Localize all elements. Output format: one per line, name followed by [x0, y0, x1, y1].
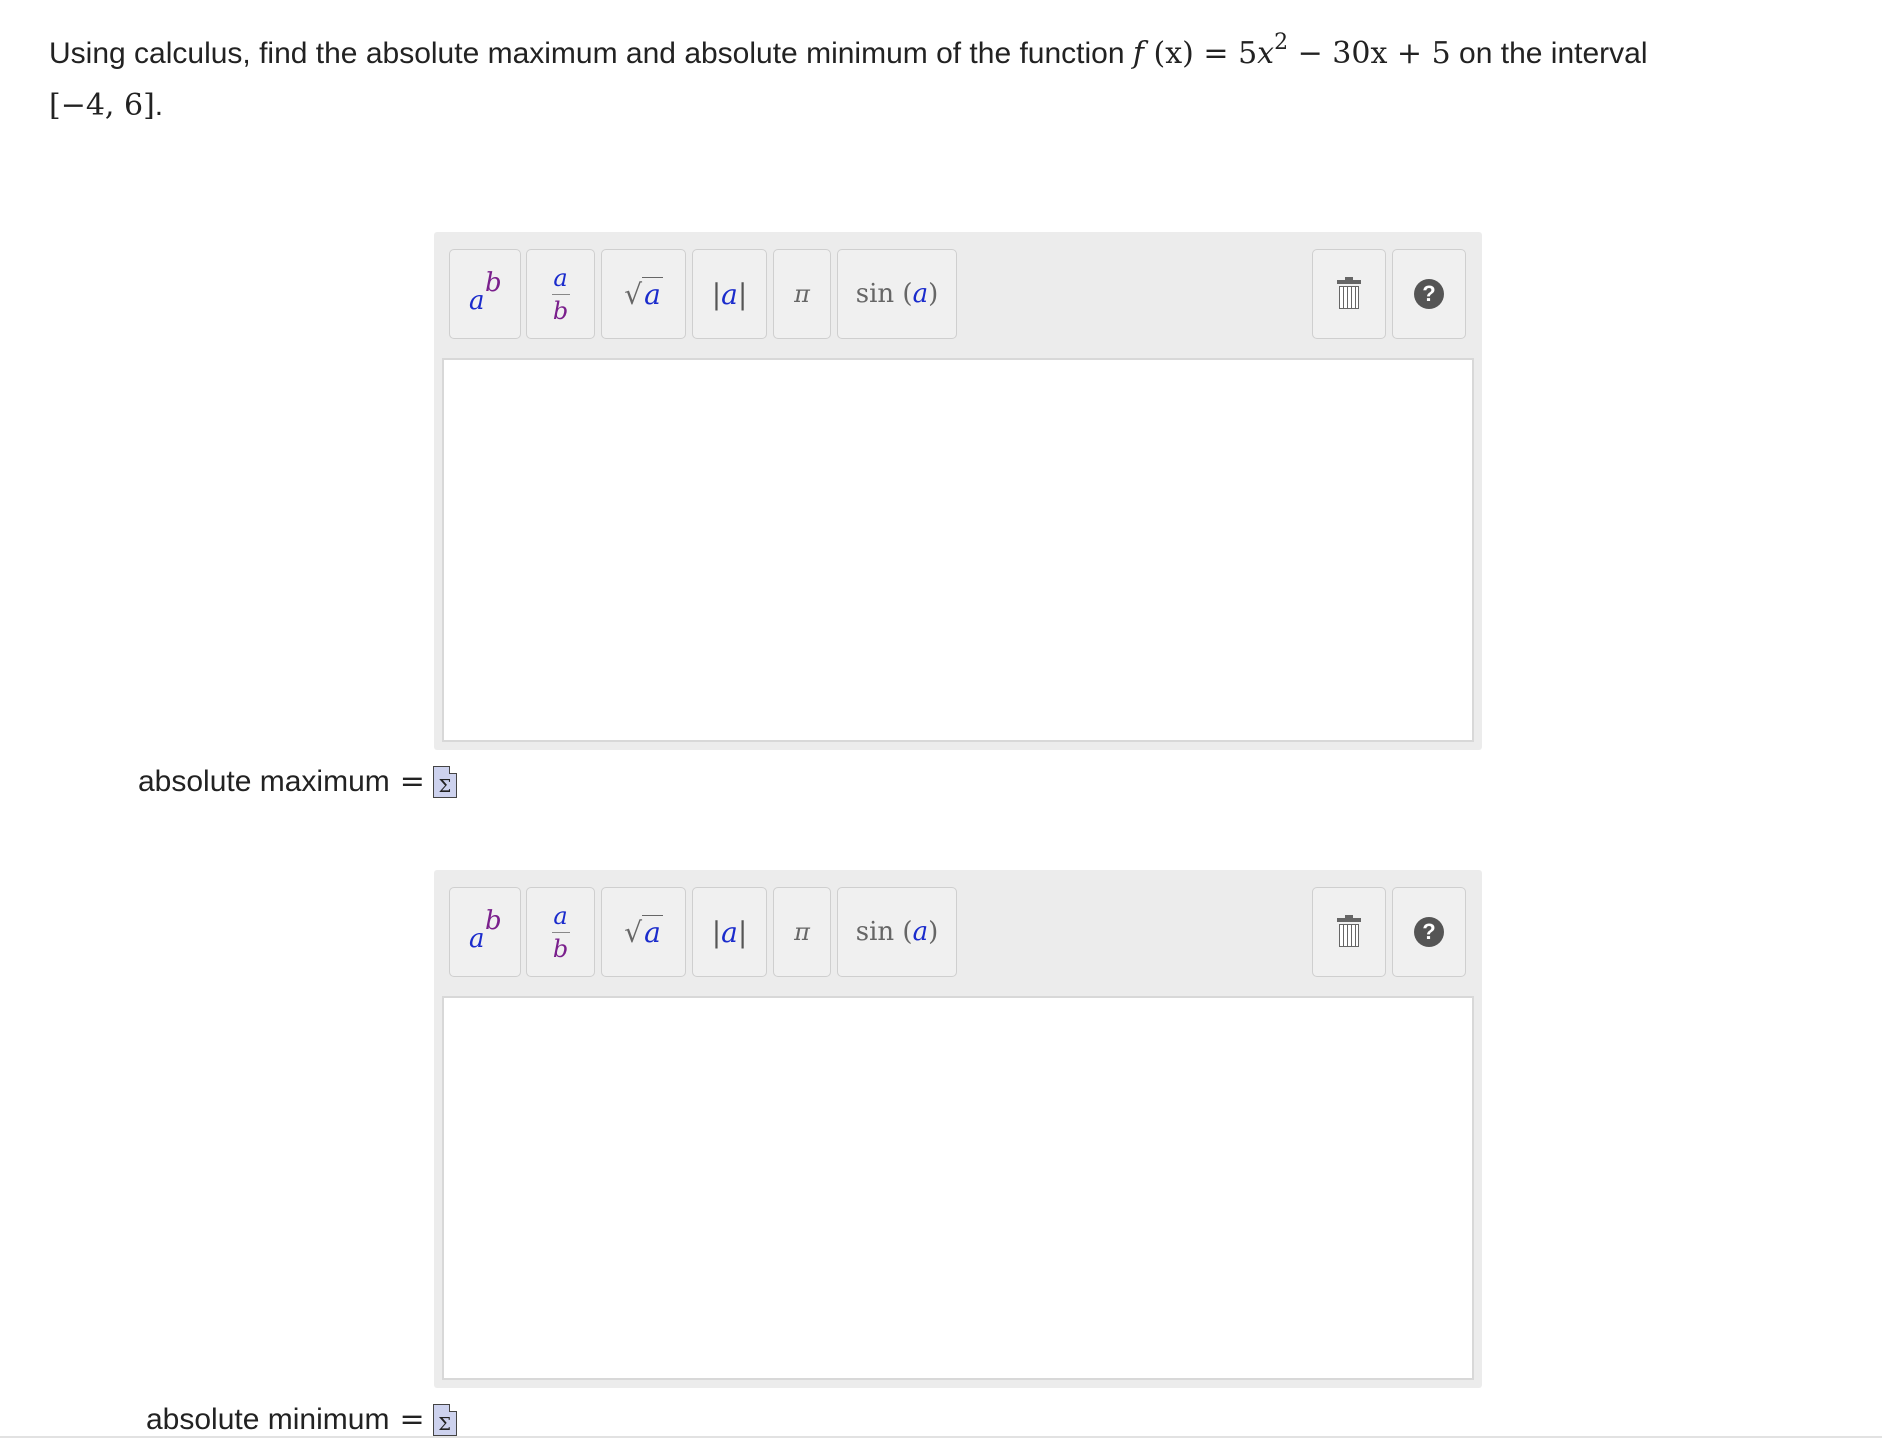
abs-left-bar: | [711, 915, 722, 949]
absolute-maximum-label: absolute maximum [138, 764, 390, 798]
abs-right-bar: | [737, 277, 748, 311]
power-icon: a b [465, 268, 505, 316]
math-editor-min: a b a b √a |a| π sin (a) ? [434, 870, 1482, 1388]
trash-icon [1337, 915, 1361, 947]
sin-button[interactable]: sin (a) [837, 887, 957, 977]
interval: [−4, 6] [49, 88, 155, 123]
fraction-denominator: b [552, 296, 569, 325]
absolute-value-icon: |a| [712, 278, 748, 311]
power-exponent: b [485, 268, 502, 298]
help-icon: ? [1414, 279, 1444, 309]
math-editor-max: a b a b √a |a| π sin (a) ? [434, 232, 1482, 750]
sin-button[interactable]: sin (a) [837, 249, 957, 339]
sqrt-button[interactable]: √a [601, 887, 686, 977]
answer-input-max[interactable] [442, 358, 1474, 742]
sqrt-symbol: √ [624, 915, 643, 949]
power-button[interactable]: a b [449, 887, 521, 977]
sqrt-icon: √a [624, 914, 663, 949]
absolute-value-button[interactable]: |a| [692, 887, 767, 977]
help-icon: ? [1414, 917, 1444, 947]
absolute-minimum-row: absolute minimum = Σ [146, 1402, 457, 1437]
fraction-bar [551, 931, 570, 933]
power-exponent: b [485, 906, 502, 936]
sqrt-argument: a [642, 914, 663, 949]
pi-button[interactable]: π [773, 887, 831, 977]
power-button[interactable]: a b [449, 249, 521, 339]
sin-argument: a [912, 279, 929, 309]
abs-right-bar: | [737, 915, 748, 949]
function-expression: f (x) = 5x2 − 30x + 5 [1132, 32, 1451, 72]
sin-argument: a [912, 917, 929, 947]
question-suffix: on the interval [1450, 37, 1648, 70]
function-exponent: 2 [1274, 30, 1289, 55]
absolute-value-button[interactable]: |a| [692, 249, 767, 339]
sin-icon: sin (a) [856, 279, 939, 309]
question-prefix: Using calculus, find the absolute maximu… [49, 37, 1133, 70]
fraction-icon: a b [551, 263, 570, 325]
sin-open-paren: ( [894, 279, 913, 309]
pi-icon: π [794, 280, 810, 308]
fraction-numerator: a [553, 901, 568, 930]
absolute-minimum-label: absolute minimum [146, 1402, 390, 1436]
fraction-icon: a b [551, 901, 570, 963]
power-base: a [469, 924, 485, 954]
fraction-numerator: a [553, 263, 568, 292]
help-button[interactable]: ? [1392, 249, 1466, 339]
equation-editor-icon[interactable]: Σ [432, 1403, 457, 1436]
fraction-bar [551, 293, 570, 295]
sin-function: sin [855, 917, 895, 947]
fraction-button[interactable]: a b [526, 887, 595, 977]
clear-button[interactable] [1312, 887, 1386, 977]
sqrt-button[interactable]: √a [601, 249, 686, 339]
question-period: . [154, 89, 164, 122]
fraction-button[interactable]: a b [526, 249, 595, 339]
fraction-denominator: b [552, 934, 569, 963]
sqrt-argument: a [642, 276, 663, 311]
sin-function: sin [855, 279, 895, 309]
equation-editor-icon[interactable]: Σ [432, 765, 457, 798]
sin-close-paren: ) [928, 917, 939, 947]
sin-open-paren: ( [894, 917, 913, 947]
equals-sign: = [399, 1402, 425, 1437]
sqrt-symbol: √ [624, 277, 643, 311]
function-variable: x [1257, 36, 1275, 71]
sin-close-paren: ) [928, 279, 939, 309]
absolute-maximum-row: absolute maximum = Σ [138, 764, 457, 799]
answer-input-min[interactable] [442, 996, 1474, 1380]
clear-button[interactable] [1312, 249, 1386, 339]
help-button[interactable]: ? [1392, 887, 1466, 977]
function-rest: − 30x + 5 [1288, 36, 1451, 71]
power-base: a [469, 286, 485, 316]
function-equals: = 5 [1193, 36, 1258, 71]
sin-icon: sin (a) [856, 917, 939, 947]
abs-left-bar: | [711, 277, 722, 311]
question-text: Using calculus, find the absolute maximu… [49, 28, 1789, 132]
sqrt-icon: √a [624, 276, 663, 311]
bottom-divider [0, 1436, 1882, 1438]
trash-icon [1337, 277, 1361, 309]
pi-button[interactable]: π [773, 249, 831, 339]
abs-argument: a [721, 277, 738, 311]
function-name: f [1132, 36, 1144, 71]
absolute-value-icon: |a| [712, 916, 748, 949]
power-icon: a b [465, 906, 505, 954]
equals-sign: = [399, 764, 425, 799]
pi-icon: π [794, 918, 810, 946]
function-argument: (x) [1153, 36, 1194, 71]
abs-argument: a [721, 915, 738, 949]
